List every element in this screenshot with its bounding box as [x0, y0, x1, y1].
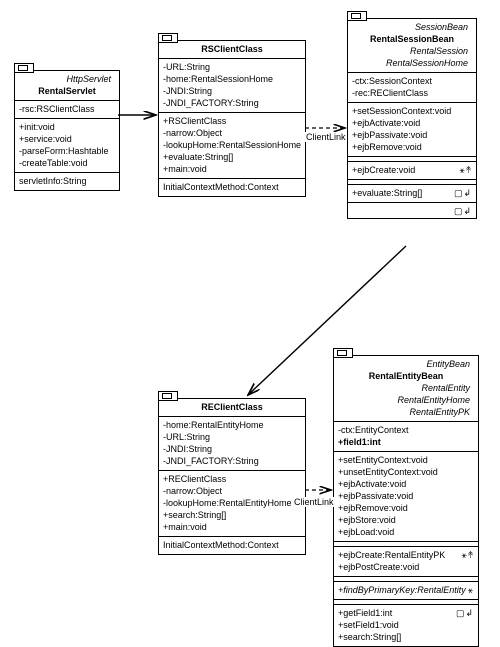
stereotype: EntityBean — [338, 358, 474, 370]
class-name: RentalSessionBean — [352, 33, 472, 45]
class-name: RentalServlet — [19, 85, 115, 97]
class-name: REClientClass — [163, 401, 301, 413]
operations: ▢↲ +getField1:int +setField1:void +searc… — [334, 605, 478, 646]
realize-icon: ⚹↟ — [459, 164, 472, 176]
operations: +setSessionContext:void+ejbActivate:void… — [348, 103, 476, 157]
component-tab-icon — [158, 33, 178, 43]
impl: RentalSessionHome — [352, 57, 472, 69]
attributes: -home:RentalEntityHome-URL:String-JNDI:S… — [159, 417, 305, 471]
class-rental-servlet: HttpServlet RentalServlet -rsc:RSClientC… — [14, 70, 120, 191]
class-name: RentalEntityBean — [338, 370, 474, 382]
stereotype: HttpServlet — [19, 73, 115, 85]
stereotype: SessionBean — [352, 21, 472, 33]
impl: RentalEntity — [338, 382, 474, 394]
class-re-client: REClientClass -home:RentalEntityHome-URL… — [158, 398, 306, 555]
component-tab-icon — [333, 348, 353, 358]
class-rental-entity-bean: EntityBean RentalEntityBean RentalEntity… — [333, 355, 479, 647]
realize-icon: ⚹ — [468, 584, 474, 596]
assoc-label: ClientLink — [305, 132, 347, 142]
operations: +RSClientClass-narrow:Object-lookupHome:… — [159, 113, 305, 179]
end: ▢↲ — [348, 203, 476, 218]
bottom: InitialContextMethod:Context — [159, 537, 305, 554]
impl: RentalEntityHome — [338, 394, 474, 406]
realize-icon: ▢↲ — [454, 205, 472, 217]
operations: ▢↲ +evaluate:String[] — [348, 185, 476, 203]
component-tab-icon — [158, 391, 178, 401]
operations: +setEntityContext:void+unsetEntityContex… — [334, 452, 478, 542]
assoc-label: ClientLink — [293, 497, 335, 507]
attributes: -URL:String-home:RentalSessionHome-JNDI:… — [159, 59, 305, 113]
operations: ⚹↟ +ejbCreate:RentalEntityPK +ejbPostCre… — [334, 547, 478, 577]
attributes: -ctx:EntityContext +field1:int — [334, 422, 478, 452]
operations: +init:void+service:void-parseForm:Hashta… — [15, 119, 119, 173]
impl: RentalEntityPK — [338, 406, 474, 418]
impl: RentalSession — [352, 45, 472, 57]
operations: +REClientClass-narrow:Object-lookupHome:… — [159, 471, 305, 537]
bottom: servletInfo:String — [15, 173, 119, 190]
class-name: RSClientClass — [163, 43, 301, 55]
attributes: -rsc:RSClientClass — [15, 101, 119, 119]
attributes: -ctx:SessionContext-rec:REClientClass — [348, 73, 476, 103]
operations: ⚹ +findByPrimaryKey:RentalEntity — [334, 582, 478, 600]
component-tab-icon — [347, 11, 367, 21]
component-tab-icon — [14, 63, 34, 73]
class-rs-client: RSClientClass -URL:String-home:RentalSes… — [158, 40, 306, 197]
realize-icon: ▢↲ — [454, 187, 472, 199]
bottom: InitialContextMethod:Context — [159, 179, 305, 196]
class-rental-session-bean: SessionBean RentalSessionBean RentalSess… — [347, 18, 477, 219]
realize-icon: ▢↲ — [456, 607, 474, 619]
realize-icon: ⚹↟ — [461, 549, 474, 561]
operations: ⚹↟ +ejbCreate:void — [348, 162, 476, 180]
